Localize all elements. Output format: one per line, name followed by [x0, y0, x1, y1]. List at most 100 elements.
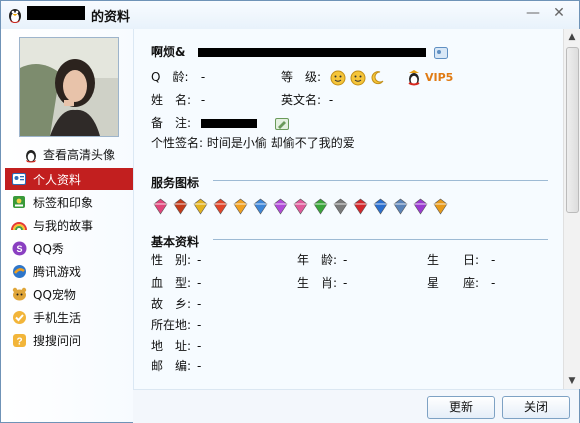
- zodiac-value: -: [343, 276, 348, 290]
- diamond-yellow-icon[interactable]: [192, 198, 209, 215]
- rainbow-icon: [11, 217, 27, 233]
- location-value: -: [197, 318, 202, 332]
- qq-age-label: Q 龄:: [151, 70, 189, 84]
- level-label: 等 级:: [281, 70, 322, 84]
- age-value: -: [343, 253, 348, 267]
- close-button[interactable]: 关闭: [502, 396, 570, 419]
- svg-text:?: ?: [16, 336, 22, 347]
- gender-row: 性 别: -: [151, 251, 201, 268]
- sidebar-item-soso[interactable]: ? 搜搜问问: [5, 329, 133, 351]
- close-window-button[interactable]: ✕: [548, 4, 570, 22]
- qq-penguin-icon: [9, 9, 21, 23]
- remark-redacted: [200, 119, 257, 128]
- sidebar-item-mobile[interactable]: 手机生活: [5, 306, 133, 328]
- postcode-value: -: [197, 359, 202, 373]
- vip-level-badge[interactable]: VIP5: [425, 71, 453, 84]
- english-name-row: 英文名: -: [281, 91, 333, 108]
- gender-label: 性 别:: [151, 253, 192, 267]
- profile-card-icon: [11, 171, 27, 187]
- profile-content: 啊烦& Q 龄: - 等 级: VIP5 姓 名: - 英文名: - 备 注:: [133, 29, 563, 389]
- diamond-purple-icon[interactable]: [272, 198, 289, 215]
- view-hd-avatar-link[interactable]: 查看高清头像: [23, 146, 115, 163]
- english-name-label: 英文名:: [281, 93, 322, 107]
- music-icon[interactable]: [412, 198, 429, 215]
- remark-row: 备 注:: [151, 114, 289, 131]
- signature-value: 时间是小偷 却偷不了我的爱: [206, 136, 355, 150]
- vip-penguin-icon[interactable]: [407, 69, 421, 86]
- profile-window: 的资料 — ✕ 查看高清头像 个人资料 标签和印象 与我的故事 S QQ秀 腾讯…: [0, 0, 580, 423]
- minimize-button[interactable]: —: [522, 4, 544, 22]
- refresh-button[interactable]: 更新: [427, 396, 495, 419]
- phone-blue-icon[interactable]: [372, 198, 389, 215]
- sidebar-item-profile[interactable]: 个人资料: [5, 168, 133, 190]
- edit-remark-icon[interactable]: [274, 117, 289, 130]
- hometown-value: -: [197, 297, 202, 311]
- constellation-value: -: [491, 276, 496, 290]
- footer-bar: 更新 关闭: [133, 389, 579, 423]
- sidebar-item-label: 与我的故事: [33, 218, 94, 233]
- scroll-up-icon[interactable]: ▲: [564, 29, 580, 45]
- scroll-thumb[interactable]: [566, 47, 579, 213]
- sidebar-item-label: QQ秀: [33, 241, 64, 256]
- tag-icon: [11, 194, 27, 210]
- sidebar-item-label: 手机生活: [33, 310, 82, 325]
- title-bar[interactable]: 的资料 — ✕: [1, 1, 579, 29]
- scroll-down-icon[interactable]: ▼: [564, 373, 580, 389]
- services-section-title: 服务图标: [151, 176, 200, 190]
- diamond-gold-icon[interactable]: [232, 198, 249, 215]
- contact-card-icon[interactable]: [433, 46, 448, 59]
- postcode-label: 邮 编:: [151, 359, 192, 373]
- service-icons-row: [152, 198, 449, 215]
- name-value: -: [200, 93, 206, 107]
- nickname-row: 啊烦&: [151, 43, 448, 60]
- sidebar-item-tags[interactable]: 标签和印象: [5, 191, 133, 213]
- basic-section-title: 基本资料: [151, 235, 200, 249]
- section-divider: [213, 239, 548, 240]
- diamond-pink-icon[interactable]: [292, 198, 309, 215]
- diamond-blue-icon[interactable]: [252, 198, 269, 215]
- view-hd-avatar-label: 查看高清头像: [43, 148, 116, 162]
- nickname-prefix: 啊烦&: [151, 45, 186, 59]
- age-label: 年 龄:: [297, 253, 338, 267]
- birthday-row: 生 日: -: [427, 251, 495, 268]
- level-row: 等 级: VIP5: [281, 68, 453, 86]
- penguin-icon[interactable]: [172, 198, 189, 215]
- qq-age-value: -: [200, 70, 206, 84]
- pet-icon: [11, 286, 27, 302]
- penguin-avatar-icon: [26, 149, 36, 162]
- window-title: 的资料: [91, 10, 131, 25]
- diamond-green-icon[interactable]: [312, 198, 329, 215]
- constellation-label: 星 座:: [427, 276, 480, 290]
- game-icon: [11, 263, 27, 279]
- section-divider: [213, 180, 548, 181]
- badge-red-icon[interactable]: [352, 198, 369, 215]
- sidebar-item-qqshow[interactable]: S QQ秀: [5, 237, 133, 259]
- sidebar-item-games[interactable]: 腾讯游戏: [5, 260, 133, 282]
- age-row: 年 龄: -: [297, 251, 347, 268]
- sidebar-item-pet[interactable]: QQ宠物: [5, 283, 133, 305]
- qq-show-icon: S: [11, 240, 27, 256]
- name-row: 姓 名: -: [151, 91, 205, 108]
- sidebar-item-story[interactable]: 与我的故事: [5, 214, 133, 236]
- heart-icon[interactable]: [152, 198, 169, 215]
- vertical-scrollbar[interactable]: ▲ ▼: [563, 29, 580, 389]
- title-nickname-redacted: [27, 6, 85, 20]
- english-name-value: -: [328, 93, 334, 107]
- signature-row: 个性签名: 时间是小偷 却偷不了我的爱: [151, 134, 355, 151]
- nickname-redacted: [197, 48, 426, 57]
- smiley-icon: [330, 70, 346, 85]
- zodiac-row: 生 肖: -: [297, 274, 347, 291]
- name-label: 姓 名:: [151, 93, 192, 107]
- phone-gray-icon[interactable]: [392, 198, 409, 215]
- blood-value: -: [197, 276, 202, 290]
- book-icon[interactable]: [432, 198, 449, 215]
- avatar-photo: [20, 38, 118, 136]
- sidebar-item-label: 个人资料: [33, 172, 82, 187]
- avatar[interactable]: [19, 37, 119, 137]
- qq-age-row: Q 龄: -: [151, 68, 205, 85]
- diamond-gray-icon[interactable]: [332, 198, 349, 215]
- diamond-red-icon[interactable]: [212, 198, 229, 215]
- sidebar-item-label: 搜搜问问: [33, 333, 82, 348]
- address-row: 地 址: -: [151, 337, 201, 354]
- birthday-label: 生 日:: [427, 253, 480, 267]
